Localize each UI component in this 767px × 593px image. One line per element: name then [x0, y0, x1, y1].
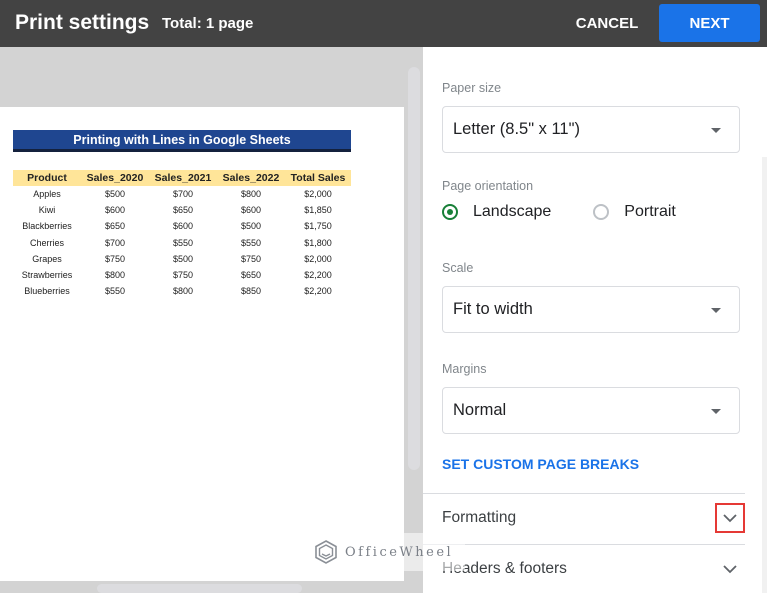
divider: [423, 544, 745, 545]
scale-select[interactable]: Fit to width: [442, 286, 740, 333]
table-row: Strawberries $800 $750 $650 $2,200: [13, 267, 351, 283]
table-cell: $700: [104, 237, 126, 248]
table-cell: $750: [172, 270, 194, 281]
table-cell: $700: [172, 189, 194, 200]
dropdown-arrow-icon: [711, 128, 721, 133]
table-cell: Blueberries: [24, 286, 70, 297]
column-header: Sales_2022: [217, 170, 285, 186]
table-row: Grapes $750 $500 $750 $2,000: [13, 251, 351, 267]
next-button[interactable]: NEXT: [659, 4, 760, 42]
table-cell: $650: [172, 205, 194, 216]
preview-vertical-scrollbar[interactable]: [408, 67, 420, 470]
column-header: Total Sales: [285, 170, 351, 186]
total-pages: Total: 1 page: [162, 15, 254, 32]
watermark-text: OfficeWheel: [345, 544, 454, 560]
scale-value: Fit to width: [453, 300, 533, 318]
table-cell: $500: [104, 189, 126, 200]
page-title: Print settings: [15, 11, 150, 34]
portrait-radio[interactable]: [593, 204, 610, 220]
margins-value: Normal: [453, 401, 507, 419]
table-cell: $800: [104, 270, 126, 281]
table-cell: Grapes: [32, 253, 62, 264]
table-cell: Kiwi: [38, 205, 56, 216]
table-row: Apples $500 $700 $800 $2,000: [13, 186, 351, 202]
landscape-radio[interactable]: [442, 204, 458, 220]
table-cell: $750: [240, 253, 262, 264]
cancel-button[interactable]: CANCEL: [566, 4, 648, 42]
sheet-title: Printing with Lines in Google Sheets: [13, 130, 351, 152]
table-row: Kiwi $600 $650 $600 $1,850: [13, 202, 351, 218]
table-cell: $800: [172, 286, 194, 297]
table-cell: $500: [240, 221, 262, 232]
formatting-label: Formatting: [442, 509, 517, 526]
set-custom-page-breaks-link[interactable]: SET CUSTOM PAGE BREAKS: [442, 456, 639, 472]
column-header: Sales_2020: [81, 170, 149, 186]
margins-select[interactable]: Normal: [442, 387, 740, 434]
table-row: Cherries $700 $550 $550 $1,800: [13, 235, 351, 251]
table-cell: $600: [240, 205, 262, 216]
chevron-down-icon[interactable]: [715, 503, 745, 533]
column-header: Sales_2021: [149, 170, 217, 186]
sales-table: Product Sales_2020 Sales_2021 Sales_2022…: [13, 170, 351, 299]
table-cell: $2,200: [304, 270, 332, 281]
table-cell: $550: [172, 237, 194, 248]
top-bar: Print settings Total: 1 page CANCEL NEXT: [0, 0, 767, 47]
table-cell: $2,000: [304, 253, 332, 264]
table-cell: $1,750: [304, 221, 332, 232]
orientation-radio-group: Landscape Portrait: [442, 203, 718, 221]
divider: [423, 493, 745, 494]
table-cell: $800: [240, 189, 262, 200]
table-cell: $850: [240, 286, 262, 297]
officewheel-logo-icon: [315, 540, 337, 564]
margins-label: Margins: [442, 362, 487, 376]
print-preview: [0, 47, 423, 593]
table-row: Blueberries $550 $800 $850 $2,200: [13, 283, 351, 299]
table-cell: $600: [104, 205, 126, 216]
settings-panel: Paper size Letter (8.5" x 11") Page orie…: [423, 47, 767, 593]
table-cell: $550: [104, 286, 126, 297]
table-cell: $500: [172, 253, 194, 264]
formatting-section[interactable]: Formatting: [442, 498, 745, 538]
paper-size-value: Letter (8.5" x 11"): [453, 120, 580, 138]
panel-scrollbar[interactable]: [762, 157, 767, 593]
table-cell: Apples: [33, 189, 61, 200]
table-cell: $2,000: [304, 189, 332, 200]
preview-horizontal-scrollbar[interactable]: [97, 584, 302, 593]
chevron-down-icon[interactable]: [718, 557, 742, 581]
table-cell: $750: [104, 253, 126, 264]
table-cell: $2,200: [304, 286, 332, 297]
landscape-label[interactable]: Landscape: [473, 203, 551, 221]
table-cell: $650: [240, 270, 262, 281]
portrait-label[interactable]: Portrait: [624, 203, 676, 221]
dropdown-arrow-icon: [711, 409, 721, 414]
table-row: Blackberries $650 $600 $500 $1,750: [13, 218, 351, 234]
table-cell: Blackberries: [22, 221, 72, 232]
table-cell: $600: [172, 221, 194, 232]
column-header: Product: [13, 170, 81, 186]
table-cell: $1,800: [304, 237, 332, 248]
dropdown-arrow-icon: [711, 308, 721, 313]
table-cell: $1,850: [304, 205, 332, 216]
paper-size-label: Paper size: [442, 81, 502, 95]
table-cell: Strawberries: [21, 270, 73, 281]
paper-size-select[interactable]: Letter (8.5" x 11"): [442, 106, 740, 153]
table-cell: $550: [240, 237, 262, 248]
headers-footers-section[interactable]: Headers & footers: [442, 549, 742, 589]
table-cell: Cherries: [29, 237, 64, 248]
watermark: OfficeWheel: [305, 533, 465, 571]
table-header-row: Product Sales_2020 Sales_2021 Sales_2022…: [13, 170, 351, 186]
table-cell: $650: [104, 221, 126, 232]
scale-label: Scale: [442, 261, 474, 275]
orientation-label: Page orientation: [442, 179, 534, 193]
